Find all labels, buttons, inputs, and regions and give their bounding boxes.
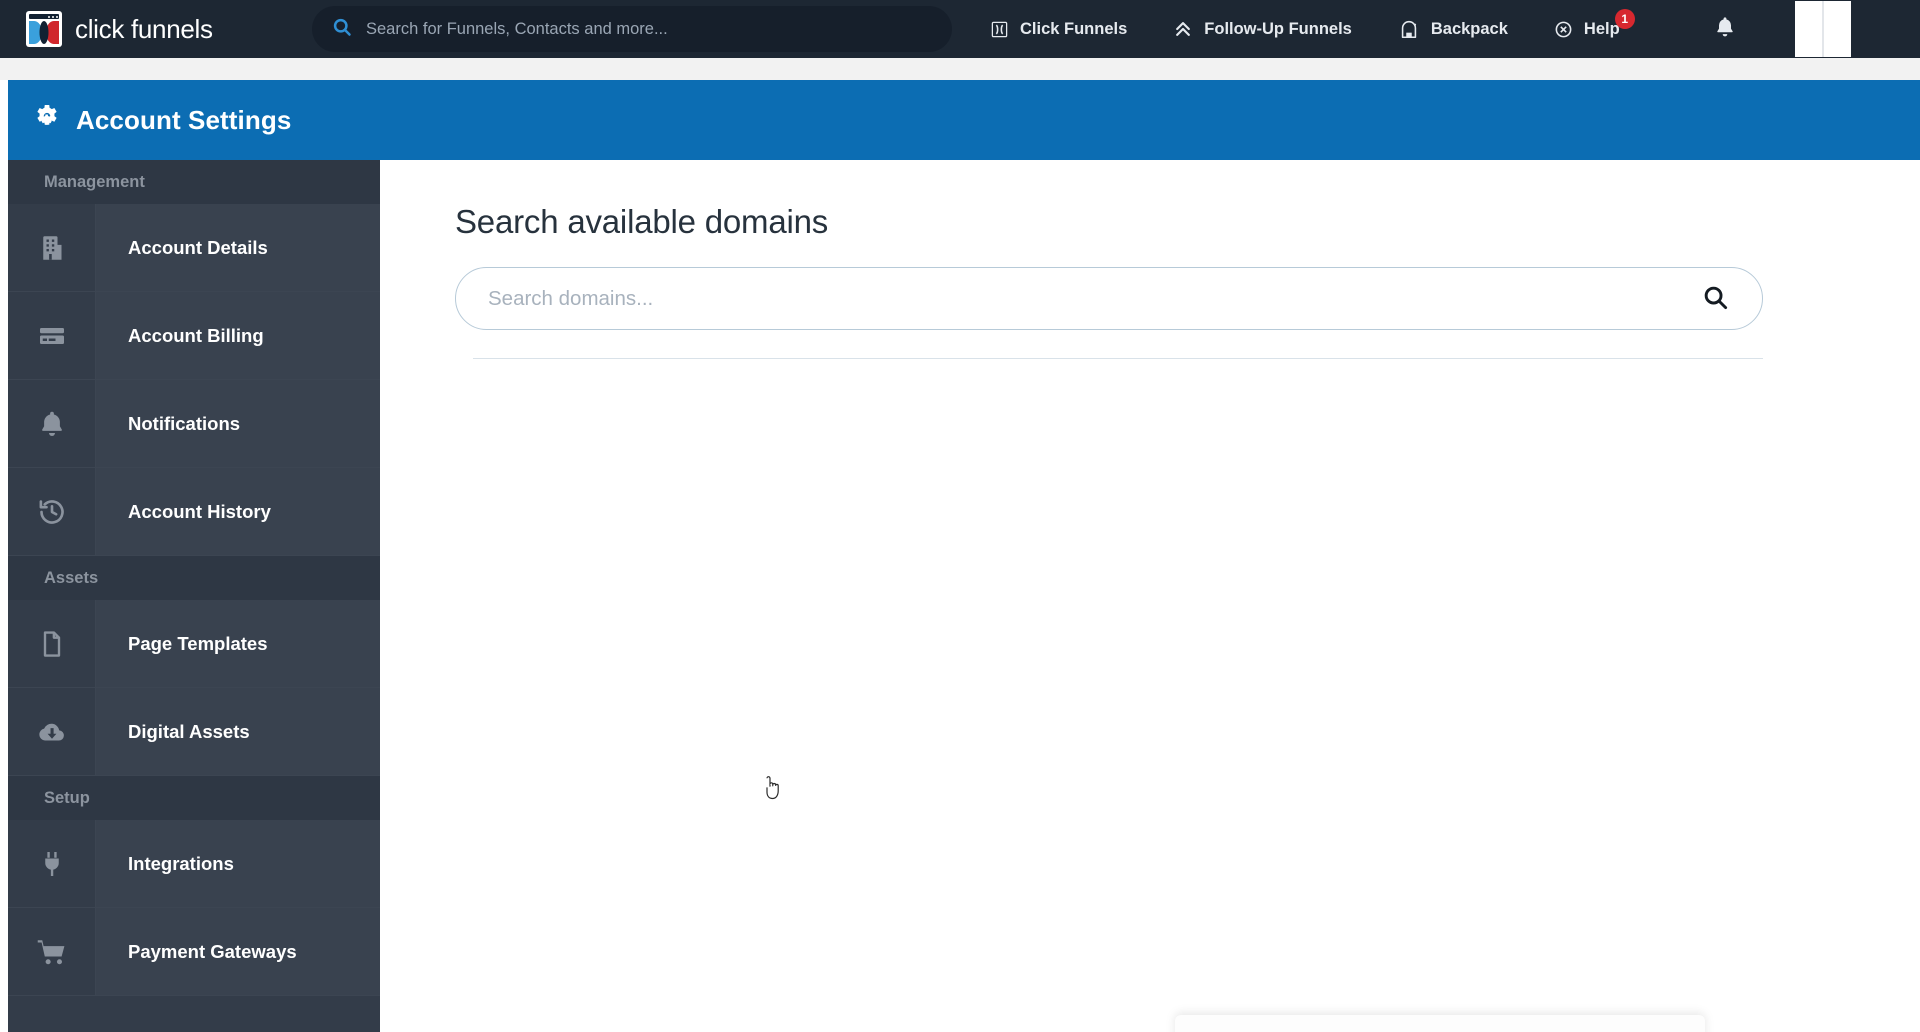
gears-icon bbox=[32, 103, 62, 138]
global-search-placeholder: Search for Funnels, Contacts and more... bbox=[366, 19, 668, 38]
sidebar-section-management: Management bbox=[8, 160, 380, 204]
main-content: Search available domains bbox=[380, 160, 1912, 1032]
sidebar-item-label: Notifications bbox=[96, 380, 380, 467]
sidebar-item-account-billing[interactable]: Account Billing bbox=[8, 292, 380, 380]
brand-name: click funnels bbox=[75, 13, 213, 44]
header-gap-strip bbox=[0, 58, 1920, 80]
sidebar-item-payment-gateways[interactable]: Payment Gateways bbox=[8, 908, 380, 996]
page-title: Account Settings bbox=[76, 104, 292, 135]
sidebar-item-label: Account Billing bbox=[96, 292, 380, 379]
sidebar-item-digital-assets[interactable]: Digital Assets bbox=[8, 688, 380, 776]
history-clock-icon bbox=[8, 468, 96, 555]
content-divider bbox=[473, 358, 1763, 359]
global-search-box[interactable]: Search for Funnels, Contacts and more... bbox=[312, 6, 952, 52]
search-icon bbox=[1702, 284, 1729, 314]
sidebar-item-label: Account Details bbox=[96, 204, 380, 291]
sidebar-item-label: Integrations bbox=[96, 820, 380, 907]
help-circle-x-icon bbox=[1554, 20, 1573, 39]
page-heading: Search available domains bbox=[455, 203, 829, 240]
help-notification-badge: 1 bbox=[1614, 8, 1635, 29]
page-title-bar: Account Settings bbox=[8, 80, 1920, 160]
credit-card-icon bbox=[8, 292, 96, 379]
plug-icon bbox=[8, 820, 96, 907]
sidebar-item-label: Page Templates bbox=[96, 600, 380, 687]
settings-sidebar: Management Account Details Account Billi… bbox=[8, 160, 380, 1032]
top-navigation-bar: click funnels Search for Funnels, Contac… bbox=[0, 0, 1920, 58]
building-icon bbox=[8, 204, 96, 291]
sidebar-item-label: Account History bbox=[96, 468, 380, 555]
shopping-cart-icon bbox=[8, 908, 96, 995]
search-icon bbox=[332, 17, 352, 42]
nav-item-label: Backpack bbox=[1430, 19, 1508, 38]
top-nav-links: Click Funnels Follow-Up Funnels Backpack bbox=[990, 0, 1635, 58]
nav-item-help[interactable]: Help 1 bbox=[1554, 8, 1635, 39]
sidebar-section-assets: Assets bbox=[8, 556, 380, 600]
chevrons-up-icon bbox=[1173, 19, 1193, 39]
sidebar-section-setup: Setup bbox=[8, 776, 380, 820]
clickfunnels-logo-icon bbox=[26, 11, 62, 47]
nav-item-backpack[interactable]: Backpack bbox=[1398, 18, 1508, 40]
notifications-bell-button[interactable] bbox=[1710, 14, 1740, 44]
domain-search-field[interactable] bbox=[455, 267, 1763, 330]
document-icon bbox=[8, 600, 96, 687]
search-submit-button[interactable] bbox=[1698, 282, 1732, 316]
click-funnels-icon bbox=[990, 20, 1009, 39]
nav-item-label: Follow-Up Funnels bbox=[1204, 19, 1352, 38]
backpack-icon bbox=[1398, 18, 1420, 40]
bell-icon bbox=[1713, 15, 1737, 44]
sidebar-item-account-details[interactable]: Account Details bbox=[8, 204, 380, 292]
nav-item-follow-up-funnels[interactable]: Follow-Up Funnels bbox=[1173, 19, 1352, 39]
nav-item-click-funnels[interactable]: Click Funnels bbox=[990, 20, 1127, 39]
bell-icon bbox=[8, 380, 96, 467]
cloud-download-icon bbox=[8, 688, 96, 775]
nav-item-label: Help bbox=[1583, 19, 1620, 38]
brand-logo[interactable]: click funnels bbox=[26, 11, 276, 47]
sidebar-item-account-history[interactable]: Account History bbox=[8, 468, 380, 556]
nav-item-label: Click Funnels bbox=[1020, 19, 1128, 38]
sidebar-item-notifications[interactable]: Notifications bbox=[8, 380, 380, 468]
sidebar-item-page-templates[interactable]: Page Templates bbox=[8, 600, 380, 688]
bottom-floating-panel bbox=[1175, 1015, 1705, 1032]
sidebar-item-integrations[interactable]: Integrations bbox=[8, 820, 380, 908]
avatar[interactable] bbox=[1795, 1, 1851, 57]
sidebar-item-label: Payment Gateways bbox=[96, 908, 380, 995]
sidebar-item-label: Digital Assets bbox=[96, 688, 380, 775]
search-input[interactable] bbox=[488, 286, 1698, 311]
